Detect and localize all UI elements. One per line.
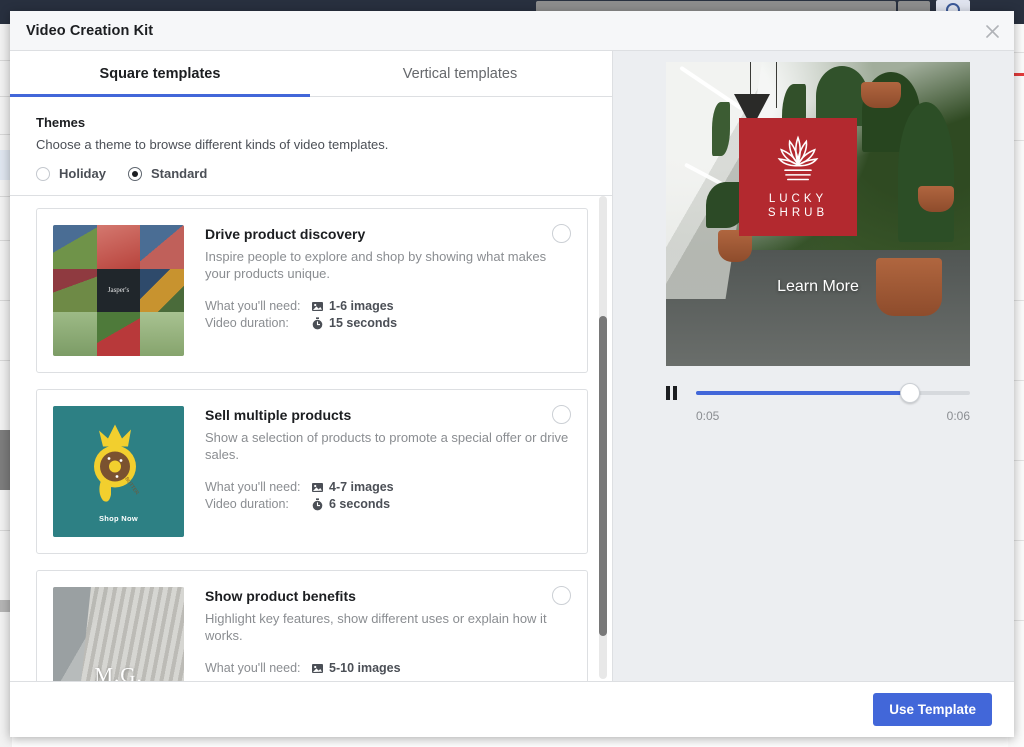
need-label: What you'll need: bbox=[205, 299, 311, 313]
progress-fill bbox=[696, 391, 910, 395]
template-card[interactable]: Jasper's Drive product discovery Inspire… bbox=[36, 208, 588, 373]
need-label: What you'll need: bbox=[205, 480, 311, 494]
stopwatch-icon bbox=[311, 317, 324, 330]
dialog-title: Video Creation Kit bbox=[26, 23, 153, 39]
template-images: 1-6 images bbox=[311, 299, 394, 313]
theme-option-holiday-label: Holiday bbox=[59, 166, 106, 181]
themes-section: Themes Choose a theme to browse differen… bbox=[10, 97, 612, 196]
image-icon bbox=[311, 481, 324, 494]
theme-radio-group: Holiday Standard bbox=[36, 166, 586, 181]
preview-plant bbox=[898, 102, 954, 242]
template-images: 5-10 images bbox=[311, 661, 401, 675]
template-meta: What you'll need: 4-7 images bbox=[205, 480, 571, 511]
preview-pane: LUCKY SHRUB Learn More 0:05 bbox=[613, 51, 1014, 681]
shrub-leaf-icon bbox=[770, 134, 826, 186]
thumbnail-cta-label: Shop Now bbox=[53, 514, 184, 523]
preview-pot bbox=[861, 82, 901, 108]
current-time: 0:05 bbox=[696, 409, 719, 423]
image-icon bbox=[311, 662, 324, 675]
need-label: What you'll need: bbox=[205, 661, 311, 675]
tab-vertical-templates[interactable]: Vertical templates bbox=[310, 51, 610, 96]
preview-brand-name: LUCKY SHRUB bbox=[768, 192, 828, 220]
template-duration: 6 seconds bbox=[311, 497, 390, 511]
template-description: Show a selection of products to promote … bbox=[205, 429, 571, 463]
preview-pot bbox=[918, 186, 954, 212]
template-thumbnail: Jasper's bbox=[53, 225, 184, 356]
template-list-scrollbar[interactable] bbox=[599, 196, 607, 679]
radio-circle-selected-icon bbox=[128, 167, 142, 181]
video-player-controls: 0:05 0:06 bbox=[666, 386, 970, 423]
template-list: Jasper's Drive product discovery Inspire… bbox=[10, 196, 612, 681]
template-card[interactable]: M.G. MANGATA GALLO Show product benefits… bbox=[36, 570, 588, 681]
template-select-radio[interactable] bbox=[552, 224, 571, 243]
video-time-row: 0:05 0:06 bbox=[666, 409, 970, 423]
themes-heading: Themes bbox=[36, 115, 586, 130]
template-duration: 15 seconds bbox=[311, 316, 397, 330]
template-duration-value: 15 seconds bbox=[329, 316, 397, 330]
duration-label: Video duration: bbox=[205, 316, 311, 330]
preview-brand-card: LUCKY SHRUB bbox=[739, 118, 857, 236]
template-meta: What you'll need: 1-6 images bbox=[205, 299, 571, 330]
close-icon[interactable] bbox=[980, 19, 1004, 43]
preview-cta-text: Learn More bbox=[666, 278, 970, 296]
theme-option-standard-label: Standard bbox=[151, 166, 207, 181]
template-duration-value: 6 seconds bbox=[329, 497, 390, 511]
radio-circle-icon bbox=[36, 167, 50, 181]
preview-chain bbox=[750, 62, 751, 96]
thumbnail-title: M.G. bbox=[53, 663, 184, 681]
brand-line-2: SHRUB bbox=[768, 206, 828, 220]
theme-option-holiday[interactable]: Holiday bbox=[36, 166, 106, 181]
duration-label: Video duration: bbox=[205, 497, 311, 511]
template-images: 4-7 images bbox=[311, 480, 394, 494]
template-orientation-tabs: Square templates Vertical templates bbox=[10, 51, 612, 97]
brand-line-1: LUCKY bbox=[768, 192, 828, 206]
template-title: Sell multiple products bbox=[205, 407, 571, 423]
video-preview[interactable]: LUCKY SHRUB Learn More bbox=[666, 62, 970, 366]
template-thumbnail: BUTTER Shop Now bbox=[53, 406, 184, 537]
template-select-radio[interactable] bbox=[552, 405, 571, 424]
template-card[interactable]: BUTTER Shop Now Sell multiple products S… bbox=[36, 389, 588, 554]
template-images-value: 4-7 images bbox=[329, 480, 394, 494]
total-time: 0:06 bbox=[947, 409, 970, 423]
themes-description: Choose a theme to browse different kinds… bbox=[36, 137, 586, 152]
template-select-radio[interactable] bbox=[552, 586, 571, 605]
template-images-value: 5-10 images bbox=[329, 661, 401, 675]
dialog-footer: Use Template bbox=[10, 681, 1014, 737]
image-icon bbox=[311, 300, 324, 313]
template-images-value: 1-6 images bbox=[329, 299, 394, 313]
template-meta: What you'll need: 5-10 images bbox=[205, 661, 571, 675]
theme-option-standard[interactable]: Standard bbox=[128, 166, 207, 181]
template-description: Inspire people to explore and shop by sh… bbox=[205, 248, 571, 282]
preview-plant bbox=[712, 102, 730, 156]
scrollbar-thumb[interactable] bbox=[599, 316, 607, 636]
stopwatch-icon bbox=[311, 498, 324, 511]
video-progress-slider[interactable] bbox=[696, 386, 970, 400]
template-title: Drive product discovery bbox=[205, 226, 571, 242]
video-creation-kit-dialog: Video Creation Kit Square templates Vert… bbox=[10, 11, 1014, 737]
use-template-button[interactable]: Use Template bbox=[873, 693, 992, 726]
template-title: Show product benefits bbox=[205, 588, 571, 604]
templates-pane: Square templates Vertical templates Them… bbox=[10, 51, 613, 681]
preview-chain bbox=[776, 62, 777, 108]
dialog-body: Square templates Vertical templates Them… bbox=[10, 51, 1014, 681]
template-description: Highlight key features, show different u… bbox=[205, 610, 571, 644]
progress-knob[interactable] bbox=[900, 383, 920, 403]
pause-icon[interactable] bbox=[666, 386, 682, 400]
dialog-header: Video Creation Kit bbox=[10, 11, 1014, 51]
tab-square-templates[interactable]: Square templates bbox=[10, 51, 310, 96]
template-thumbnail: M.G. MANGATA GALLO bbox=[53, 587, 184, 681]
template-list-container: Jasper's Drive product discovery Inspire… bbox=[10, 196, 612, 681]
